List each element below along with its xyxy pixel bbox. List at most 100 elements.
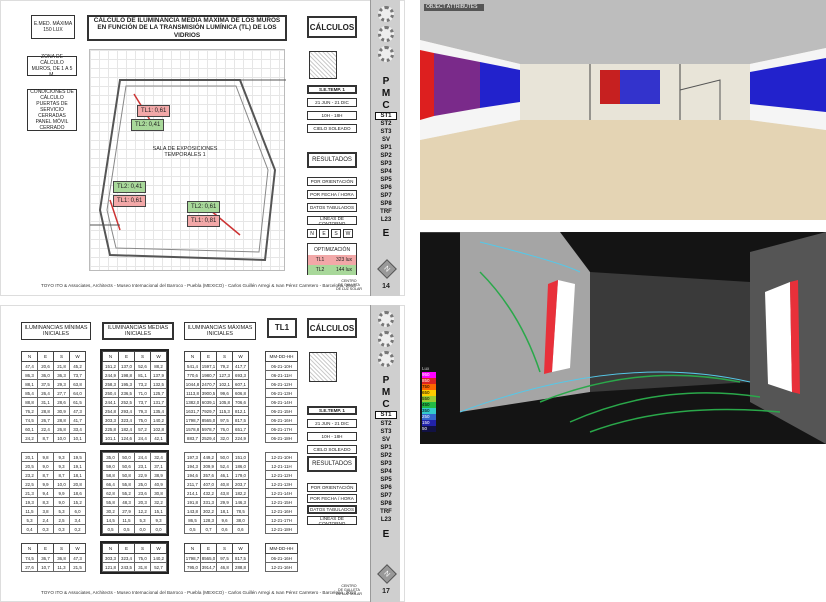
table-row: 121,8 243,5 31,8 52,7 bbox=[102, 562, 167, 572]
table-cell: 21,8 bbox=[53, 361, 70, 371]
north-arrow-icon: N bbox=[377, 259, 397, 279]
nav-code-sp2[interactable]: SP2 bbox=[371, 153, 401, 159]
table-cell: 52,4 bbox=[216, 461, 233, 471]
nav-code-sp2[interactable]: SP2 bbox=[371, 453, 401, 459]
nav-letter-m[interactable]: M bbox=[371, 88, 401, 99]
orient-s[interactable]: S bbox=[331, 229, 341, 238]
option-tabulated[interactable]: DATOS TABULADOS bbox=[307, 203, 357, 212]
table-cell: 2470,7 bbox=[200, 379, 217, 389]
table-cell: 3900,5 bbox=[200, 388, 217, 398]
nav-code-st3[interactable]: ST3 bbox=[371, 429, 401, 435]
nav-code-l23[interactable]: L23 bbox=[371, 217, 401, 223]
option-tabulated[interactable]: DATOS TABULADOS bbox=[307, 505, 357, 514]
table-cell: 6,0 bbox=[69, 506, 86, 516]
table-cell: 0,5 bbox=[184, 524, 201, 534]
gear-icon[interactable] bbox=[378, 46, 394, 62]
table-cell: 9,0 bbox=[37, 461, 54, 471]
nav-code-sp1[interactable]: SP1 bbox=[371, 445, 401, 451]
plan-walls bbox=[90, 79, 286, 262]
option-contour[interactable]: LÍNEAS DE CONTORNO bbox=[307, 516, 357, 526]
column-header: N bbox=[102, 543, 119, 554]
footer-credits: TOYO ITO & Associates, Architects - Muse… bbox=[41, 283, 356, 288]
orient-w[interactable]: W bbox=[343, 229, 353, 238]
table-med-a: N E S W 151,2 137,0 52,6 88,2 244,9 198,8 81,1 137,… bbox=[100, 349, 169, 445]
nav-code-st2[interactable]: ST2 bbox=[371, 421, 401, 427]
table-cell: 121,8 bbox=[102, 562, 119, 572]
table-row: 1798,7 8565,0 97,5 817,5 bbox=[184, 553, 249, 563]
nav-code-st1[interactable]: ST1 bbox=[375, 411, 397, 419]
gear-icon[interactable] bbox=[378, 311, 394, 327]
nav-code-sp5[interactable]: SP5 bbox=[371, 177, 401, 183]
table-cell: 1798,7 bbox=[184, 415, 201, 425]
results-title: RESULTADOS bbox=[307, 456, 357, 472]
nav-code-sp5[interactable]: SP5 bbox=[371, 477, 401, 483]
table-cell: 97,5 bbox=[216, 553, 233, 563]
nav-code-sp1[interactable]: SP1 bbox=[371, 145, 401, 151]
table-med-b: 35,0 50,0 24,4 32,4 59,0 50,6 23,1 37,1 58,8 50,8… bbox=[100, 450, 169, 536]
nav-code-sp3[interactable]: SP3 bbox=[371, 461, 401, 467]
nav-code-sp3[interactable]: SP3 bbox=[371, 161, 401, 167]
nav-code-sp8[interactable]: SP8 bbox=[371, 201, 401, 207]
table-cell: 27,6 bbox=[21, 562, 38, 572]
gear-icon[interactable] bbox=[378, 26, 394, 42]
table-cell: 50,0 bbox=[216, 452, 233, 462]
option-orientation[interactable]: POR ORIENTACIÓN bbox=[307, 177, 357, 186]
option-orientation[interactable]: POR ORIENTACIÓN bbox=[307, 483, 357, 492]
gear-icon[interactable] bbox=[378, 351, 394, 367]
option-date-hour[interactable]: POR FECHA / HORA bbox=[307, 190, 357, 199]
option-contour[interactable]: LÍNEAS DE CONTORNO bbox=[307, 216, 357, 226]
emed-box: E.MED. MÁXIMA 150 LUX bbox=[31, 15, 75, 39]
orient-n[interactable]: N bbox=[307, 229, 317, 238]
nav-code-sp4[interactable]: SP4 bbox=[371, 169, 401, 175]
table-cell: 79,3 bbox=[134, 406, 151, 416]
table-cell: 88,8 bbox=[21, 397, 38, 407]
page-number: 14 bbox=[382, 283, 390, 290]
table-cell: 26,7 bbox=[37, 415, 54, 425]
nav-letter-c[interactable]: C bbox=[371, 399, 401, 410]
table-cell: 195,3 bbox=[118, 379, 135, 389]
table-cell: 0,6 bbox=[216, 524, 233, 534]
nav-letter-m[interactable]: M bbox=[371, 387, 401, 398]
nav-code-trf[interactable]: TRF bbox=[371, 509, 401, 515]
table-row: 191,8 331,3 29,9 146,3 bbox=[184, 497, 249, 507]
table-times-tot: MM-DD-HH 06-21-16H 12-21-16H bbox=[265, 543, 298, 572]
nav-code-sp6[interactable]: SP6 bbox=[371, 185, 401, 191]
table-row: 225,8 182,4 57,2 102,8 bbox=[102, 424, 167, 434]
nav-code-sp6[interactable]: SP6 bbox=[371, 485, 401, 491]
table-cell: 19,1 bbox=[69, 461, 86, 471]
nav-code-st3[interactable]: ST3 bbox=[371, 129, 401, 135]
table-min-a: N E S W 47,4 20,6 21,8 45,2 86,3 36,0 36,3 73,7 88,1… bbox=[21, 351, 86, 443]
gear-icon[interactable] bbox=[378, 331, 394, 347]
optim-row-tl2: TL2 144 lux bbox=[308, 265, 356, 275]
nav-code-st2[interactable]: ST2 bbox=[371, 121, 401, 127]
gear-icon[interactable] bbox=[378, 6, 394, 22]
option-date-hour[interactable]: POR FECHA / HORA bbox=[307, 494, 357, 503]
table-cell: 66,4 bbox=[102, 479, 119, 489]
nav-code-sp7[interactable]: SP7 bbox=[371, 193, 401, 199]
nav-code-trf[interactable]: TRF bbox=[371, 209, 401, 215]
time-cell: 06-21-18H bbox=[265, 433, 298, 443]
nav-letter-p[interactable]: P bbox=[371, 76, 401, 87]
table-cell: 770,6 bbox=[184, 370, 201, 380]
table-cell: 140,2 bbox=[150, 553, 167, 563]
nav-letter-e[interactable]: E bbox=[371, 228, 401, 239]
nav-letter-e[interactable]: E bbox=[371, 529, 401, 540]
table-cell: 9,9 bbox=[53, 488, 70, 498]
nav-code-st1[interactable]: ST1 bbox=[375, 112, 397, 120]
nav-code-sp7[interactable]: SP7 bbox=[371, 493, 401, 499]
table-cell: 131,7 bbox=[150, 397, 167, 407]
table-cell: 203,7 bbox=[232, 479, 249, 489]
page-title: CÁLCULO DE ILUMINANCIA MEDIA MÁXIMA DE L… bbox=[87, 15, 287, 41]
table-cell: 1631,7 bbox=[184, 406, 201, 416]
nav-code-l23[interactable]: L23 bbox=[371, 517, 401, 523]
column-header: S bbox=[53, 543, 70, 554]
nav-code-sp8[interactable]: SP8 bbox=[371, 501, 401, 507]
nav-code-sv[interactable]: SV bbox=[371, 137, 401, 143]
nav-letter-c[interactable]: C bbox=[371, 100, 401, 111]
nav-code-sp4[interactable]: SP4 bbox=[371, 469, 401, 475]
table-row: 23,2 8,7 8,7 18,1 bbox=[21, 470, 86, 480]
nav-letter-p[interactable]: P bbox=[371, 375, 401, 386]
orient-e[interactable]: E bbox=[319, 229, 329, 238]
nav-code-sv[interactable]: SV bbox=[371, 437, 401, 443]
table-cell: 3,4 bbox=[69, 515, 86, 525]
